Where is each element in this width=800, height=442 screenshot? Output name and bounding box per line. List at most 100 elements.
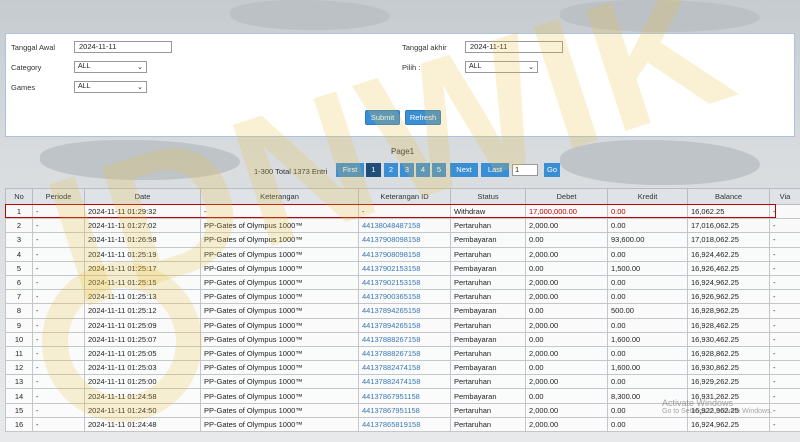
cell-via: - — [769, 260, 800, 276]
tanggal-awal-input[interactable]: 2024-11-11 — [74, 41, 172, 53]
pager-next-button[interactable]: Next — [450, 163, 478, 177]
cell-keterangan: PP-Gates of Olympus 1000™ — [200, 274, 359, 291]
cell-keterangan-id[interactable]: 44137888267158 — [358, 331, 451, 347]
pager-page-1[interactable]: 1 — [366, 163, 381, 177]
cell-keterangan-id[interactable]: 44137900365158 — [358, 289, 451, 305]
table-row: 4-2024-11-11 01:25:19 PP-Gates of Olympus… — [5, 246, 800, 262]
table-row: 10-2024-11-11 01:25:07 PP-Gates of Olympu… — [5, 331, 800, 347]
games-select-value: ALL — [78, 83, 91, 90]
cell-keterangan: PP-Gates of Olympus 1000™ — [200, 416, 359, 433]
cell-kredit: 0.00 — [607, 289, 688, 305]
cell-date: 2024-11-11 01:25:05 — [84, 345, 201, 362]
cell-via: - — [769, 402, 800, 418]
cell-no: 14 — [5, 388, 33, 404]
pager-page-input[interactable]: 1 — [512, 164, 538, 176]
cell-no: 13 — [5, 374, 33, 390]
cell-via: - — [769, 246, 800, 262]
cell-kredit: 93,600.00 — [607, 232, 688, 248]
cell-periode: - — [32, 374, 85, 390]
cell-keterangan-id[interactable]: 44137865819158 — [358, 416, 451, 433]
cell-kredit: 0.00 — [607, 317, 688, 333]
column-header-no[interactable]: No — [5, 188, 33, 205]
pilih-select-value: ALL — [469, 63, 482, 70]
table-row: 1-2024-11-11 01:29:32- - Withdraw 17,000,00… — [5, 203, 800, 220]
column-header-via[interactable]: Via — [769, 188, 800, 205]
cell-no: 4 — [5, 246, 33, 262]
cell-via: - — [769, 203, 800, 220]
cell-keterangan-id[interactable]: 44137894265158 — [358, 317, 451, 333]
cell-periode: - — [32, 232, 85, 248]
cell-no: 15 — [5, 402, 33, 418]
table-row: 11-2024-11-11 01:25:05 PP-Gates of Olympu… — [5, 345, 800, 362]
games-label: Games — [11, 83, 36, 92]
cell-periode: - — [32, 416, 85, 433]
cell-date: 2024-11-11 01:27:02 — [84, 218, 201, 234]
cell-periode: - — [32, 274, 85, 291]
pager-go-button[interactable]: Go — [544, 163, 560, 177]
cell-date: 2024-11-11 01:25:09 — [84, 317, 201, 333]
cell-keterangan-id[interactable]: 44137882474158 — [358, 360, 451, 376]
cell-periode: - — [32, 218, 85, 234]
column-header-periode[interactable]: Periode — [32, 188, 85, 205]
cell-periode: - — [32, 388, 85, 404]
column-header-date[interactable]: Date — [84, 188, 201, 205]
column-header-debet[interactable]: Debet — [525, 188, 608, 205]
cell-debet: 2,000.00 — [525, 218, 608, 234]
category-select[interactable]: ALL ⌄ — [74, 61, 147, 73]
cell-date: 2024-11-11 01:25:12 — [84, 303, 201, 319]
pager-page-5[interactable]: 5 — [432, 163, 446, 177]
cell-no: 8 — [5, 303, 33, 319]
tanggal-akhir-input[interactable]: 2024-11-11 — [465, 41, 563, 53]
cell-kredit: 500.00 — [607, 303, 688, 319]
cell-debet: 2,000.00 — [525, 274, 608, 291]
cell-status: Pertaruhan — [450, 317, 526, 333]
cell-debet: 2,000.00 — [525, 246, 608, 262]
column-header-kredit[interactable]: Kredit — [607, 188, 688, 205]
cell-keterangan-id[interactable]: 44137888267158 — [358, 345, 451, 362]
cell-balance: 16,930,862.25 — [687, 360, 770, 376]
cell-debet: 0.00 — [525, 232, 608, 248]
column-header-keterangan[interactable]: Keterangan — [200, 188, 359, 205]
cell-debet: 2,000.00 — [525, 345, 608, 362]
map-landmass — [230, 0, 390, 30]
cell-keterangan-id[interactable]: 44137908098158 — [358, 246, 451, 262]
cell-keterangan-id[interactable]: 44137867951158 — [358, 402, 451, 418]
cell-date: 2024-11-11 01:25:19 — [84, 246, 201, 262]
pager-page-3[interactable]: 3 — [400, 163, 414, 177]
column-header-status[interactable]: Status — [450, 188, 526, 205]
cell-date: 2024-11-11 01:26:58 — [84, 232, 201, 248]
cell-keterangan: PP-Gates of Olympus 1000™ — [200, 232, 359, 248]
submit-button[interactable]: Submit — [365, 110, 400, 125]
table-row: 9-2024-11-11 01:25:09 PP-Gates of Olympus… — [5, 317, 800, 333]
cell-keterangan-id[interactable]: 44137908098158 — [358, 232, 451, 248]
table-row: 12-2024-11-11 01:25:03 PP-Gates of Olympu… — [5, 360, 800, 376]
cell-balance: 16,928,462.25 — [687, 317, 770, 333]
cell-keterangan: PP-Gates of Olympus 1000™ — [200, 317, 359, 333]
games-select[interactable]: ALL ⌄ — [74, 81, 147, 93]
cell-keterangan-id[interactable]: 44138048487158 — [358, 218, 451, 234]
cell-keterangan-id[interactable]: 44137902153158 — [358, 274, 451, 291]
pager-page-4[interactable]: 4 — [416, 163, 430, 177]
cell-status: Pembayaran — [450, 232, 526, 248]
pager-last-button[interactable]: Last — [481, 163, 509, 177]
column-header-balance[interactable]: Balance — [687, 188, 770, 205]
cell-date: 2024-11-11 01:25:00 — [84, 374, 201, 390]
tanggal-awal-label: Tanggal Awal — [11, 43, 56, 52]
pager-page-2[interactable]: 2 — [384, 163, 398, 177]
cell-debet: 0.00 — [525, 303, 608, 319]
transactions-table: No Periode Date Keterangan Keterangan ID… — [5, 188, 800, 433]
refresh-button[interactable]: Refresh — [405, 110, 441, 125]
cell-keterangan: PP-Gates of Olympus 1000™ — [200, 303, 359, 319]
cell-keterangan-id[interactable]: 44137867951158 — [358, 388, 451, 404]
cell-keterangan: PP-Gates of Olympus 1000™ — [200, 402, 359, 418]
pilih-select[interactable]: ALL ⌄ — [465, 61, 538, 73]
table-row: 16-2024-11-11 01:24:48 PP-Gates of Olympu… — [5, 416, 800, 433]
cell-keterangan-id[interactable]: 44137894265158 — [358, 303, 451, 319]
cell-balance: 16,924,962.25 — [687, 274, 770, 291]
pager-first-button[interactable]: First — [336, 163, 364, 177]
column-header-keterangan-id[interactable]: Keterangan ID — [358, 188, 451, 205]
cell-via: - — [769, 360, 800, 376]
cell-keterangan-id[interactable]: 44137902153158 — [358, 260, 451, 276]
cell-keterangan-id[interactable]: 44137882474158 — [358, 374, 451, 390]
chevron-down-icon: ⌄ — [137, 84, 143, 91]
